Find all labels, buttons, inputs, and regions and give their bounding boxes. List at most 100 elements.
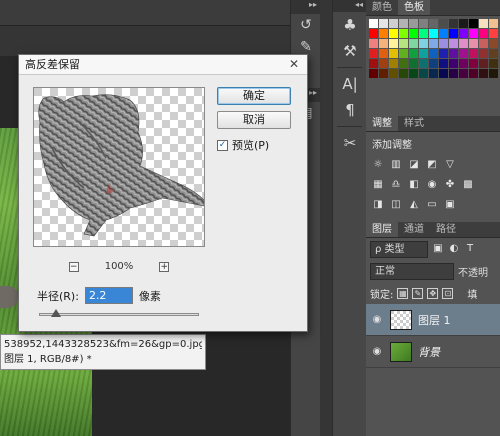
color-swatch[interactable] — [489, 19, 498, 28]
color-swatch[interactable] — [369, 39, 378, 48]
color-swatch[interactable] — [419, 29, 428, 38]
color-swatch[interactable] — [409, 19, 418, 28]
color-swatch[interactable] — [439, 69, 448, 78]
filter-pixel-icon[interactable]: ▣ — [432, 243, 444, 255]
color-swatch[interactable] — [459, 19, 468, 28]
color-swatch[interactable] — [419, 69, 428, 78]
color-swatch[interactable] — [369, 49, 378, 58]
color-swatch[interactable] — [479, 19, 488, 28]
hue-saturation-icon[interactable]: ▦ — [372, 179, 384, 191]
collapse-arrows-icon[interactable]: ▸▸ — [291, 0, 320, 14]
color-swatch[interactable] — [409, 49, 418, 58]
color-swatch[interactable] — [419, 59, 428, 68]
color-swatch[interactable] — [449, 29, 458, 38]
lock-all-icon[interactable]: ⊡ — [442, 287, 454, 299]
color-swatch[interactable] — [369, 19, 378, 28]
vibrance-icon[interactable]: ▽ — [444, 159, 456, 171]
visibility-eye-icon-2[interactable]: ◉ — [370, 346, 384, 357]
clone-source-icon[interactable]: ⚒ — [333, 38, 367, 64]
threshold-icon[interactable]: ◭ — [408, 199, 420, 211]
tab-swatches[interactable]: 色板 — [398, 0, 430, 15]
color-swatch[interactable] — [479, 49, 488, 58]
levels-icon[interactable]: ▥ — [390, 159, 402, 171]
color-swatch[interactable] — [379, 49, 388, 58]
color-swatch[interactable] — [489, 69, 498, 78]
color-balance-icon[interactable]: ♎ — [390, 179, 402, 191]
color-swatch[interactable] — [459, 29, 468, 38]
color-swatch[interactable] — [449, 59, 458, 68]
color-swatch[interactable] — [399, 19, 408, 28]
color-swatch[interactable] — [429, 69, 438, 78]
color-swatch[interactable] — [399, 59, 408, 68]
collapse-arrows-icon-3[interactable]: ◂◂ — [333, 0, 366, 12]
color-swatch[interactable] — [439, 59, 448, 68]
filter-preview[interactable] — [33, 87, 205, 247]
gradient-map-icon[interactable]: ▭ — [426, 199, 438, 211]
black-white-icon[interactable]: ◧ — [408, 179, 420, 191]
color-swatch[interactable] — [379, 29, 388, 38]
color-swatch[interactable] — [479, 59, 488, 68]
brush-presets-icon[interactable]: ♣ — [333, 12, 367, 38]
color-swatch[interactable] — [379, 59, 388, 68]
blend-mode-select[interactable]: 正常 — [370, 262, 454, 280]
tab-color[interactable]: 颜色 — [366, 0, 398, 15]
color-swatch[interactable] — [459, 49, 468, 58]
color-swatch[interactable] — [439, 49, 448, 58]
color-swatch[interactable] — [469, 69, 478, 78]
color-swatch[interactable] — [369, 59, 378, 68]
color-swatch[interactable] — [449, 49, 458, 58]
color-swatch[interactable] — [429, 19, 438, 28]
paragraph-icon[interactable]: ¶ — [333, 97, 367, 123]
curves-icon[interactable]: ◪ — [408, 159, 420, 171]
color-swatch[interactable] — [379, 39, 388, 48]
color-swatch[interactable] — [369, 69, 378, 78]
character-icon[interactable]: A| — [333, 71, 367, 97]
tab-channels[interactable]: 通道 — [398, 222, 430, 237]
color-swatch[interactable] — [379, 19, 388, 28]
color-swatch[interactable] — [369, 29, 378, 38]
color-swatch[interactable] — [489, 39, 498, 48]
ok-button[interactable]: 确定 — [217, 87, 291, 105]
color-swatch[interactable] — [489, 29, 498, 38]
color-swatch[interactable] — [449, 39, 458, 48]
color-swatch[interactable] — [409, 29, 418, 38]
lock-transparent-icon[interactable]: ▦ — [397, 287, 409, 299]
brightness-icon[interactable]: ☼ — [372, 159, 384, 171]
tab-styles[interactable]: 样式 — [398, 116, 430, 131]
color-swatch[interactable] — [429, 59, 438, 68]
radius-slider-thumb[interactable] — [51, 309, 61, 317]
close-icon[interactable]: ✕ — [287, 58, 301, 71]
posterize-icon[interactable]: ◫ — [390, 199, 402, 211]
zoom-out-button[interactable]: − — [68, 261, 79, 272]
color-swatch[interactable] — [459, 39, 468, 48]
color-swatch[interactable] — [399, 29, 408, 38]
filter-kind-select[interactable]: ρ 类型 — [370, 240, 428, 258]
color-swatch[interactable] — [399, 69, 408, 78]
color-swatch[interactable] — [479, 69, 488, 78]
color-swatch[interactable] — [469, 39, 478, 48]
color-swatch[interactable] — [429, 29, 438, 38]
radius-slider-track[interactable] — [39, 313, 199, 316]
selective-color-icon[interactable]: ▣ — [444, 199, 456, 211]
color-swatch[interactable] — [479, 39, 488, 48]
color-swatch[interactable] — [439, 29, 448, 38]
color-swatch[interactable] — [489, 59, 498, 68]
layer-row-background[interactable]: ◉ 背景 — [366, 336, 500, 368]
color-swatch[interactable] — [439, 19, 448, 28]
preview-checkbox[interactable]: ✓ — [217, 139, 228, 151]
color-swatch[interactable] — [459, 59, 468, 68]
tab-adjustments[interactable]: 调整 — [366, 116, 398, 131]
history-icon[interactable]: ↺ — [291, 14, 321, 36]
cancel-button[interactable]: 取消 — [217, 111, 291, 129]
color-swatch[interactable] — [379, 69, 388, 78]
color-swatch[interactable] — [399, 39, 408, 48]
color-swatch[interactable] — [389, 69, 398, 78]
color-swatch[interactable] — [409, 59, 418, 68]
color-swatch[interactable] — [389, 39, 398, 48]
color-lookup-icon[interactable]: ▩ — [462, 179, 474, 191]
color-swatch[interactable] — [419, 19, 428, 28]
color-swatch[interactable] — [449, 69, 458, 78]
visibility-eye-icon[interactable]: ◉ — [370, 314, 384, 325]
color-swatch[interactable] — [469, 19, 478, 28]
color-swatch[interactable] — [439, 39, 448, 48]
